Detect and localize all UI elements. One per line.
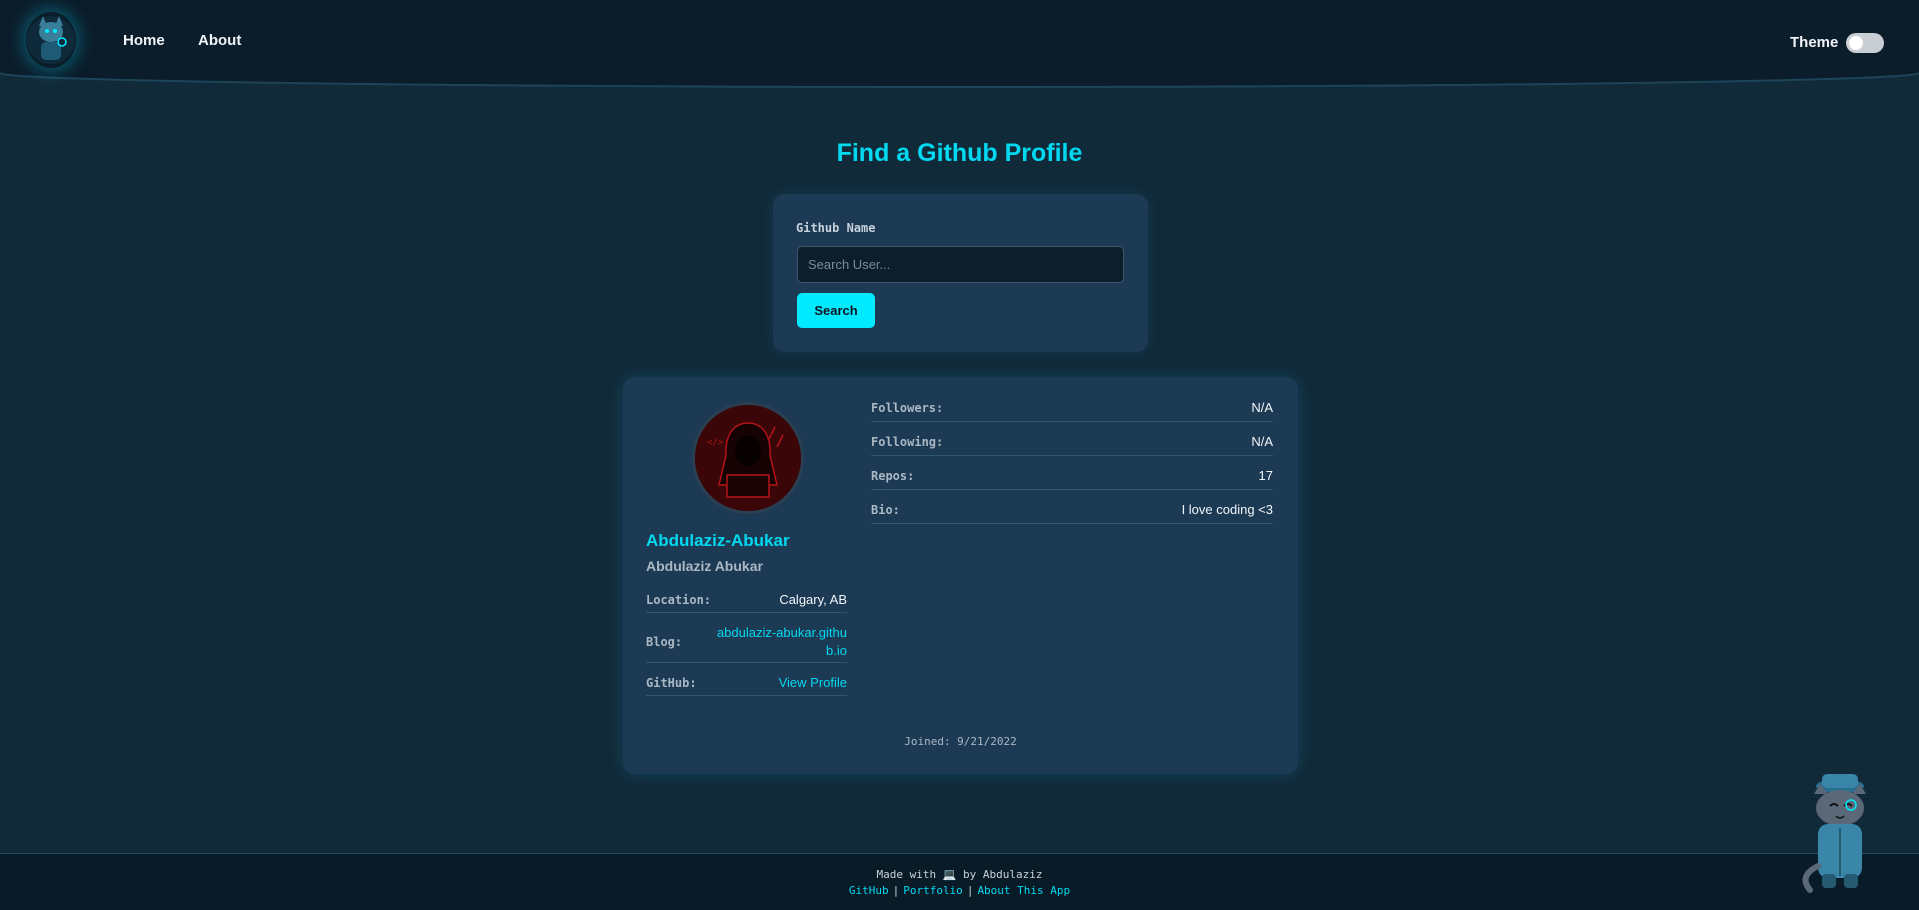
footer-separator: |: [892, 884, 900, 897]
theme-toggle[interactable]: [1846, 33, 1884, 53]
search-button[interactable]: Search: [797, 293, 875, 328]
nav-about-link[interactable]: About: [198, 32, 241, 49]
following-label: Following:: [871, 434, 944, 449]
navbar: Home About Theme: [0, 0, 1919, 86]
laptop-icon: 💻: [942, 868, 957, 881]
followers-value: N/A: [1251, 400, 1273, 415]
followers-row: Followers: N/A: [871, 394, 1273, 422]
following-value: N/A: [1251, 434, 1273, 449]
svg-text:</>: </>: [707, 438, 724, 448]
github-label: GitHub:: [646, 675, 697, 690]
footer-separator: |: [966, 884, 974, 897]
bio-row: Bio: I love coding <3: [871, 496, 1273, 524]
footer-portfolio-link[interactable]: Portfolio: [903, 884, 963, 897]
footer-links: GitHub | Portfolio | About This App: [0, 884, 1919, 897]
search-input[interactable]: [797, 246, 1124, 283]
profile-username: Abdulaziz-Abukar: [646, 531, 790, 550]
bio-label: Bio:: [871, 502, 900, 517]
made-with-prefix: Made with: [876, 868, 937, 881]
joined-date: Joined: 9/21/2022: [904, 735, 1017, 748]
followers-label: Followers:: [871, 400, 944, 415]
nav-home-link[interactable]: Home: [123, 32, 165, 49]
profile-fullname: Abdulaziz Abukar: [646, 558, 763, 574]
search-card: Github Name Search: [773, 194, 1148, 352]
repos-value: 17: [1258, 468, 1273, 483]
footer-github-link[interactable]: GitHub: [849, 884, 889, 897]
footer-credit: Made with 💻 by Abdulaziz: [0, 868, 1919, 881]
search-label: Github Name: [796, 221, 876, 235]
theme-label: Theme: [1790, 34, 1839, 51]
page-title: Find a Github Profile: [836, 139, 1083, 167]
location-row: Location: Calgary, AB: [646, 587, 847, 613]
footer: Made with 💻 by Abdulaziz GitHub | Portfoli…: [0, 853, 1919, 910]
blog-row: Blog: abdulaziz-abukar.github.io: [646, 621, 847, 663]
github-row: GitHub: View Profile: [646, 670, 847, 696]
profile-card: </> Abdulaziz-Abukar Abdulaziz Abukar Lo…: [623, 377, 1298, 774]
following-row: Following: N/A: [871, 428, 1273, 456]
location-value: Calgary, AB: [779, 592, 847, 607]
avatar: </>: [692, 402, 804, 514]
detective-cat-logo-icon[interactable]: [26, 12, 76, 68]
repos-label: Repos:: [871, 468, 915, 483]
blog-label: Blog:: [646, 634, 683, 649]
made-with-suffix: by Abdulaziz: [963, 868, 1043, 881]
location-label: Location:: [646, 592, 712, 607]
toggle-knob: [1849, 36, 1863, 50]
blog-link[interactable]: abdulaziz-abukar.github.io: [707, 624, 847, 660]
footer-about-app-link[interactable]: About This App: [977, 884, 1070, 897]
repos-row: Repos: 17: [871, 462, 1273, 490]
bio-value: I love coding <3: [1181, 502, 1273, 517]
view-profile-link[interactable]: View Profile: [779, 675, 847, 690]
detective-cat-mascot-icon: [1792, 770, 1890, 898]
